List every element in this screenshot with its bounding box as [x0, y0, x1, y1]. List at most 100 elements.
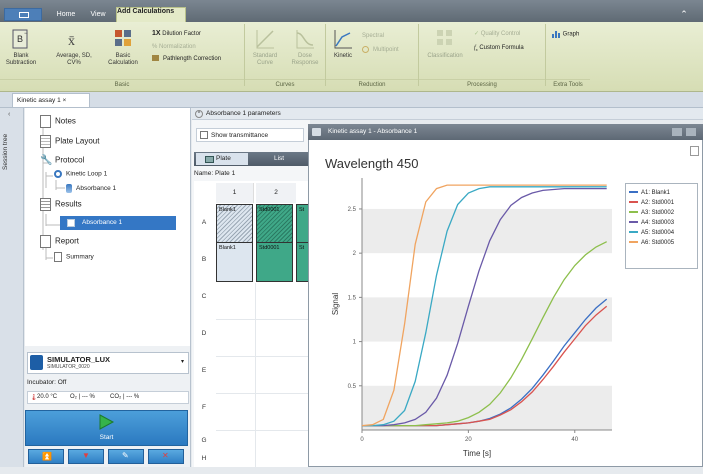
results-icon — [40, 198, 51, 211]
legend-label: A1: Blank1 — [641, 190, 671, 196]
dose-response-button[interactable]: Dose Response — [288, 27, 322, 67]
blank-subtraction-label-2: Subtraction — [5, 60, 37, 66]
ribbon-separator — [545, 24, 546, 86]
document-tab-label: Kinetic assay 1 — [17, 97, 61, 104]
well-a3[interactable]: St — [296, 204, 308, 244]
well-b2[interactable]: Std0001 — [256, 242, 293, 282]
tab-plate[interactable]: Plate — [196, 153, 248, 165]
move-up-button[interactable]: ⏫ — [28, 449, 64, 464]
calculator-icon — [115, 30, 131, 46]
incubator-status: Incubator: Off — [27, 379, 67, 386]
spectral-label: Spectral — [362, 33, 385, 39]
custom-formula-label: Custom Formula — [479, 45, 524, 51]
legend-item: A2: Std0001 — [629, 198, 694, 208]
instrument-serial: SIMULATOR_0020 — [47, 364, 90, 370]
basic-calculation-button[interactable]: Basic Calculation — [103, 27, 143, 67]
document-tab[interactable]: Kinetic assay 1 × — [12, 93, 90, 107]
tree-item-summary[interactable]: Summary — [54, 252, 94, 262]
dilution-factor-label: Dilution Factor — [162, 31, 201, 37]
tree-item-protocol[interactable]: 🔧 Protocol — [40, 155, 84, 166]
delete-button[interactable]: ✕ — [148, 449, 184, 464]
parameters-header-label: Absorbance 1 parameters — [206, 110, 281, 117]
export-icon[interactable] — [690, 146, 699, 156]
document-tab-strip — [0, 92, 703, 108]
minimize-ribbon-icon[interactable]: ⌃ — [672, 8, 696, 20]
tree-item-plate-layout[interactable]: Plate Layout — [40, 135, 99, 148]
maximize-window-icon[interactable] — [686, 128, 696, 136]
average-sd-cv-button[interactable]: x̄ Average, SD, CV% — [50, 27, 98, 67]
loop-icon — [54, 170, 62, 178]
y-axis-label: Signal — [331, 293, 340, 315]
graph-label: Graph — [562, 31, 580, 38]
tree-item-absorbance-protocol[interactable]: Absorbance 1 — [66, 184, 116, 193]
kinetic-button[interactable]: Kinetic — [329, 27, 357, 60]
tab-home[interactable]: Home — [52, 8, 80, 22]
row-header: H — [201, 455, 207, 462]
plate-layout-icon — [40, 135, 51, 148]
standard-curve-button[interactable]: Standard Curve — [248, 27, 282, 67]
edit-button[interactable]: ✎ — [108, 449, 144, 464]
well-b3[interactable]: St — [296, 242, 308, 282]
well-b1[interactable]: Blank1 — [216, 242, 253, 282]
show-transmittance-label: Show transmittance — [211, 132, 269, 139]
collapse-parameters-icon[interactable]: ^ — [195, 110, 203, 118]
tree-item-absorbance-protocol-label: Absorbance 1 — [76, 185, 117, 193]
session-tree-label: Session tree — [2, 133, 9, 170]
dilution-factor-button[interactable]: 1X Dilution Factor — [152, 30, 201, 38]
graph-icon — [552, 31, 560, 38]
normalization-button[interactable]: % Normalization — [152, 43, 196, 51]
tree-item-report[interactable]: Report — [40, 235, 79, 248]
quality-control-button[interactable]: ✓ Quality Control — [474, 30, 520, 38]
show-transmittance-checkbox[interactable]: Show transmittance — [196, 128, 304, 142]
tree-item-results[interactable]: Results — [40, 198, 82, 211]
wrench-icon: 🔧 — [40, 155, 53, 166]
custom-formula-button[interactable]: fx Custom Formula — [474, 44, 524, 54]
parameters-header[interactable]: Absorbance 1 parameters — [192, 108, 703, 120]
x-axis-label: Time [s] — [463, 449, 491, 458]
close-tab-icon[interactable]: × — [63, 97, 67, 104]
empty-wells[interactable] — [216, 283, 308, 467]
x-tick-label: 40 — [571, 437, 578, 443]
group-basic-label: Basic — [0, 79, 244, 90]
graph-button[interactable]: Graph — [552, 30, 579, 39]
basic-calculation-label-2: Calculation — [108, 60, 138, 66]
blank-subtraction-button[interactable]: B − Blank Subtraction — [4, 27, 38, 67]
move-down-button[interactable]: ▼ — [68, 449, 104, 464]
column-header: 1 — [216, 183, 254, 203]
plate-name: Name: Plate 1 — [194, 170, 236, 177]
well-a1[interactable]: Blank1 — [216, 204, 253, 244]
classification-button[interactable]: Classification — [422, 27, 468, 60]
row-header: C — [201, 293, 207, 300]
well-a2[interactable]: Std0001 — [256, 204, 293, 244]
tree-item-notes[interactable]: Notes — [40, 115, 76, 128]
kinetic-icon — [334, 30, 352, 49]
tab-list[interactable]: List — [260, 153, 300, 165]
tree-item-kinetic-loop[interactable]: Kinetic Loop 1 — [54, 170, 107, 178]
move-down-icon: ▼ — [82, 451, 90, 460]
app-menu-icon — [19, 12, 29, 18]
pathlength-correction-button[interactable]: Pathlength Correction — [152, 55, 221, 63]
start-label: Start — [99, 434, 114, 441]
average-icon: x̄ — [68, 34, 75, 49]
chevron-down-icon[interactable]: ▾ — [181, 358, 184, 365]
tab-view[interactable]: View — [85, 8, 111, 22]
chart-window-titlebar[interactable]: Kinetic assay 1 - Absorbance 1 — [308, 124, 703, 140]
tree-item-kinetic-loop-label: Kinetic Loop 1 — [66, 170, 108, 178]
multipoint-icon — [362, 46, 369, 53]
y-tick-label: 1.5 — [348, 295, 357, 301]
delete-icon: ✕ — [162, 451, 169, 460]
tab-add-calculations[interactable]: Add Calculations — [116, 7, 186, 22]
multipoint-button[interactable]: Multipoint — [362, 46, 399, 54]
minimize-window-icon[interactable] — [672, 128, 682, 136]
blank-subtraction-icon: B − — [12, 29, 28, 49]
well-label: St — [299, 245, 305, 251]
instrument-name: SIMULATOR_LUX — [47, 355, 111, 364]
chart-window-title: Kinetic assay 1 - Absorbance 1 — [328, 128, 418, 135]
collapse-panel-icon[interactable]: ‹ — [8, 111, 10, 118]
tree-item-absorbance-result[interactable]: Absorbance 1 — [60, 216, 176, 230]
group-curves-label: Curves — [245, 79, 325, 90]
legend-swatch — [629, 211, 638, 214]
application-menu-button[interactable] — [4, 8, 42, 21]
quality-control-label: Quality Control — [480, 31, 521, 37]
spectral-button[interactable]: Spectral — [362, 32, 384, 40]
